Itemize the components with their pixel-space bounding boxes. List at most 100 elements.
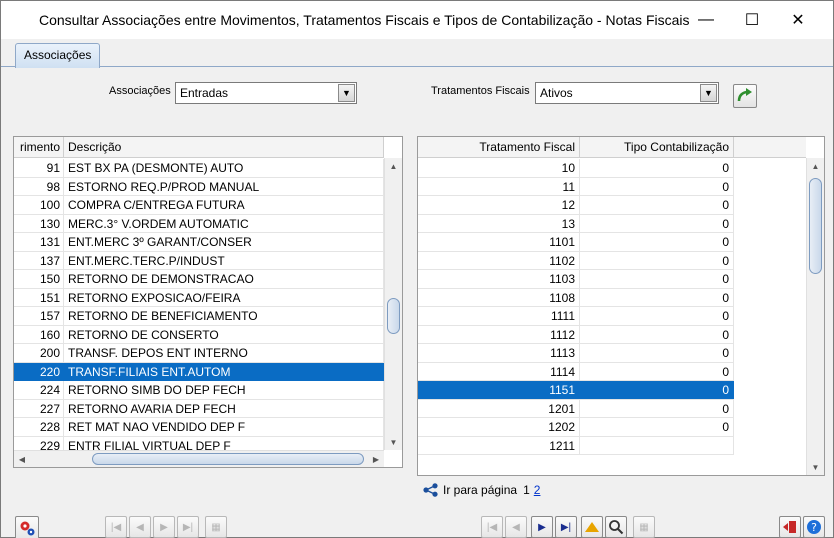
cell-descricao: RETORNO DE BENEFICIAMENTO xyxy=(64,307,384,325)
svg-text:?: ? xyxy=(811,521,817,534)
right-sort-button[interactable] xyxy=(581,516,603,538)
next-page-icon: ▶ xyxy=(538,521,546,533)
next-page-icon: ▶ xyxy=(160,521,168,533)
tab-strip: Associações xyxy=(1,39,833,68)
window-title: Consultar Associações entre Movimentos, … xyxy=(39,12,690,28)
minimize-button[interactable]: — xyxy=(683,1,729,39)
table-row[interactable]: 1114 0 xyxy=(418,362,734,381)
table-row[interactable]: 12 0 xyxy=(418,196,734,215)
table-row[interactable]: 131 ENT.MERC 3º GARANT/CONSER xyxy=(14,233,384,252)
scroll-right-icon[interactable]: ▶ xyxy=(368,451,384,467)
pager-page-2-link[interactable]: 2 xyxy=(534,483,541,497)
vertical-scrollbar[interactable]: ▲ ▼ xyxy=(806,158,824,475)
cell-tipo-contabilizacao: 0 xyxy=(580,381,734,399)
scroll-up-icon[interactable]: ▲ xyxy=(807,158,824,174)
table-row[interactable]: 98 ESTORNO REQ.P/PROD MANUAL xyxy=(14,177,384,196)
right-last-button[interactable]: ▶| xyxy=(555,516,577,538)
column-header-movimento[interactable]: rimento xyxy=(14,137,64,158)
cell-descricao: RETORNO DE CONSERTO xyxy=(64,325,384,344)
table-row[interactable]: 1113 0 xyxy=(418,344,734,363)
left-prev-button[interactable]: ◀ xyxy=(129,516,151,538)
table-row[interactable]: 150 RETORNO DE DEMONSTRACAO xyxy=(14,270,384,289)
help-button[interactable]: ? xyxy=(803,516,825,538)
cell-tratamento-fiscal: 1201 xyxy=(418,399,580,418)
scroll-up-icon[interactable]: ▲ xyxy=(385,158,402,174)
cell-descricao: TRANSF.FILIAIS ENT.AUTOM xyxy=(64,362,384,381)
title-bar[interactable]: Consultar Associações entre Movimentos, … xyxy=(1,1,833,39)
vertical-scrollbar[interactable]: ▲ ▼ xyxy=(384,158,402,450)
right-next-button[interactable]: ▶ xyxy=(531,516,553,538)
table-row[interactable]: 227 RETORNO AVARIA DEP FECH xyxy=(14,399,384,418)
cell-descricao: ENT.MERC 3º GARANT/CONSER xyxy=(64,233,384,251)
right-first-button[interactable]: |◀ xyxy=(481,516,503,538)
scroll-left-icon[interactable]: ◀ xyxy=(14,451,30,467)
column-header-tipo-contabilizacao[interactable]: Tipo Contabilização xyxy=(580,137,734,158)
grid-icon: ▦ xyxy=(639,521,649,533)
cell-descricao: RETORNO AVARIA DEP FECH xyxy=(64,399,384,418)
right-search-button[interactable] xyxy=(605,516,627,538)
table-row[interactable]: 91 EST BX PA (DESMONTE) AUTO xyxy=(14,159,384,178)
table-row[interactable]: 200 TRANSF. DEPOS ENT INTERNO xyxy=(14,344,384,363)
tab-associacoes[interactable]: Associações xyxy=(15,43,101,68)
table-row[interactable]: 1151 0 xyxy=(418,381,734,400)
settings-button[interactable] xyxy=(15,516,39,538)
table-row[interactable]: 228 RET MAT NAO VENDIDO DEP F xyxy=(14,418,384,437)
left-last-button[interactable]: ▶| xyxy=(177,516,199,538)
close-button[interactable]: ✕ xyxy=(775,1,821,39)
right-grid-view-button[interactable]: ▦ xyxy=(633,516,655,538)
table-row[interactable]: 137 ENT.MERC.TERC.P/INDUST xyxy=(14,251,384,270)
chevron-down-icon[interactable]: ▼ xyxy=(338,84,355,102)
table-row[interactable]: 11 0 xyxy=(418,177,734,196)
chevron-down-icon[interactable]: ▼ xyxy=(700,84,717,102)
table-row[interactable]: 1102 0 xyxy=(418,251,734,270)
first-page-icon: |◀ xyxy=(110,521,122,533)
scroll-thumb[interactable] xyxy=(92,453,364,465)
exit-button[interactable] xyxy=(779,516,801,538)
table-row[interactable]: 1103 0 xyxy=(418,270,734,289)
table-row[interactable]: 100 COMPRA C/ENTREGA FUTURA xyxy=(14,196,384,215)
left-next-button[interactable]: ▶ xyxy=(153,516,175,538)
left-grid-view-button[interactable]: ▦ xyxy=(205,516,227,538)
table-row[interactable]: 13 0 xyxy=(418,214,734,233)
column-header-descricao[interactable]: Descrição xyxy=(64,137,384,158)
table-row[interactable]: 1101 0 xyxy=(418,233,734,252)
cell-tipo-contabilizacao: 0 xyxy=(580,159,734,177)
scroll-thumb[interactable] xyxy=(809,178,822,274)
table-row[interactable]: 151 RETORNO EXPOSICAO/FEIRA xyxy=(14,288,384,307)
scroll-down-icon[interactable]: ▼ xyxy=(807,459,824,475)
horizontal-scrollbar[interactable]: ◀ ▶ xyxy=(14,450,384,467)
table-row[interactable]: 1202 0 xyxy=(418,418,734,437)
cell-tratamento-fiscal: 1112 xyxy=(418,325,580,344)
pager-current-page: 1 xyxy=(523,483,530,497)
refresh-button[interactable] xyxy=(733,84,757,108)
associacoes-select[interactable]: Entradas ▼ xyxy=(175,82,357,104)
grid-icon: ▦ xyxy=(211,521,221,533)
maximize-button[interactable]: ☐ xyxy=(729,1,775,39)
cell-movimento: 160 xyxy=(14,325,64,344)
tratamentos-select-value: Ativos xyxy=(540,86,573,100)
table-row[interactable]: 1108 0 xyxy=(418,288,734,307)
tratamentos-select[interactable]: Ativos ▼ xyxy=(535,82,719,104)
cell-movimento: 224 xyxy=(14,381,64,399)
scroll-down-icon[interactable]: ▼ xyxy=(385,434,402,450)
scroll-thumb[interactable] xyxy=(387,298,400,334)
cell-movimento: 220 xyxy=(14,362,64,381)
table-row[interactable]: 1201 0 xyxy=(418,399,734,418)
table-row[interactable]: 1211 xyxy=(418,436,734,455)
table-row[interactable]: 220 TRANSF.FILIAIS ENT.AUTOM xyxy=(14,362,384,381)
column-header-tratamento-fiscal[interactable]: Tratamento Fiscal xyxy=(418,137,580,158)
table-row[interactable]: 130 MERC.3° V.ORDEM AUTOMATIC xyxy=(14,214,384,233)
magnifier-icon xyxy=(609,520,624,535)
table-row[interactable]: 157 RETORNO DE BENEFICIAMENTO xyxy=(14,307,384,326)
table-row[interactable]: 160 RETORNO DE CONSERTO xyxy=(14,325,384,344)
table-row[interactable]: 1111 0 xyxy=(418,307,734,326)
cell-movimento: 137 xyxy=(14,251,64,270)
cell-tipo-contabilizacao: 0 xyxy=(580,177,734,196)
left-first-button[interactable]: |◀ xyxy=(105,516,127,538)
movimentos-grid-header: rimento Descrição xyxy=(14,137,384,158)
table-row[interactable]: 224 RETORNO SIMB DO DEP FECH xyxy=(14,381,384,400)
right-prev-button[interactable]: ◀ xyxy=(505,516,527,538)
last-page-icon: ▶| xyxy=(560,521,572,533)
table-row[interactable]: 1112 0 xyxy=(418,325,734,344)
table-row[interactable]: 10 0 xyxy=(418,159,734,178)
